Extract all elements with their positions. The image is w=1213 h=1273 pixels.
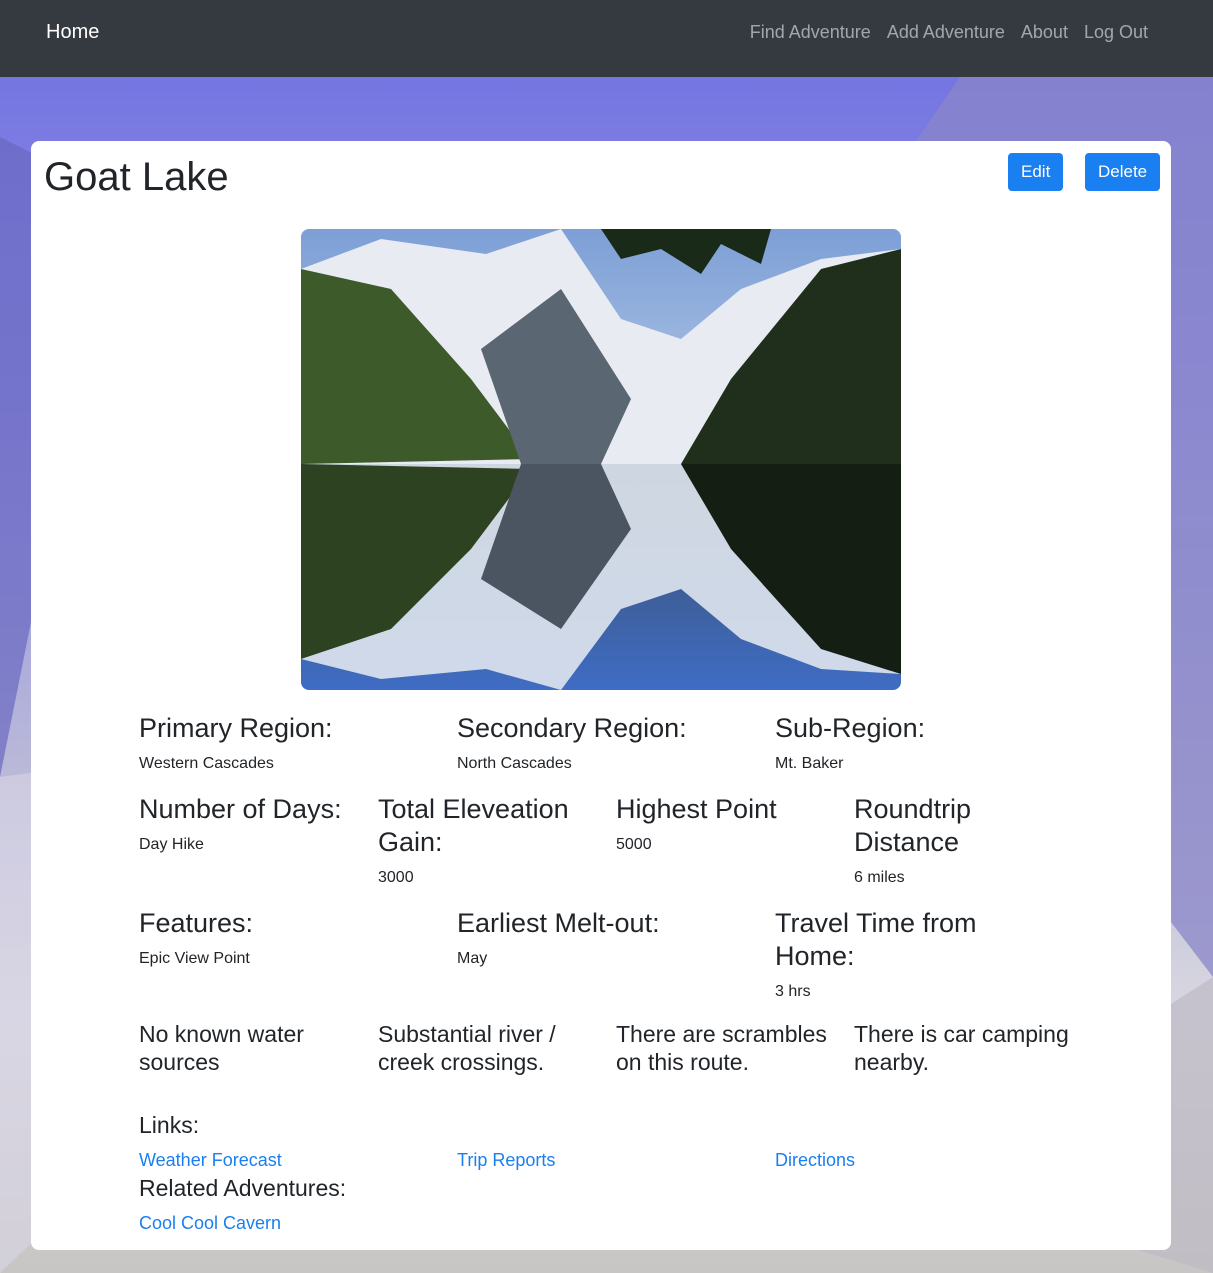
primary-region-label: Primary Region: [139,713,333,743]
elevation-gain-field: Total Eleveation Gain: 3000 [378,793,588,888]
related-adventure-link[interactable]: Cool Cool Cavern [139,1212,281,1234]
secondary-region-field: Secondary Region: North Cascades [457,712,757,774]
earliest-meltout-value: May [457,950,488,967]
features-value: Epic View Point [139,950,250,967]
nav-add-adventure-link[interactable]: Add Adventure [887,20,1005,44]
nav-home-link[interactable]: Home [46,20,99,44]
features-label: Features: [139,908,254,938]
nav-links: Find Adventure Add Adventure About Log O… [750,20,1148,44]
related-adventures-heading: Related Adventures: [139,1175,347,1201]
earliest-meltout-label: Earliest Melt-out: [457,908,660,938]
adventure-card: Goat Lake Edit Delete Primary Region: We… [31,141,1171,1250]
features-field: Features: Epic View Point [139,907,439,969]
adventure-title: Goat Lake [44,155,229,199]
top-navbar: Home Find Adventure Add Adventure About … [0,0,1213,77]
scrambles-note: There are scrambles on this route. [616,1021,827,1075]
travel-time-field: Travel Time from Home: 3 hrs [775,907,1005,1002]
number-of-days-value: Day Hike [139,836,204,853]
links-heading: Links: [139,1112,200,1138]
nav-about-link[interactable]: About [1021,20,1068,44]
sub-region-value: Mt. Baker [775,755,844,772]
number-of-days-label: Number of Days: [139,794,342,824]
secondary-region-value: North Cascades [457,755,572,772]
weather-forecast-link[interactable]: Weather Forecast [139,1149,282,1171]
primary-region-value: Western Cascades [139,755,274,772]
car-camping-note: There is car camping nearby. [854,1021,1069,1075]
trip-reports-link[interactable]: Trip Reports [457,1149,555,1171]
travel-time-label: Travel Time from Home: [775,908,977,971]
primary-region-field: Primary Region: Western Cascades [139,712,439,774]
elevation-gain-label: Total Eleveation Gain: [378,794,569,857]
secondary-region-label: Secondary Region: [457,713,687,743]
roundtrip-distance-field: Roundtrip Distance 6 miles [854,793,1014,888]
roundtrip-distance-label: Roundtrip Distance [854,794,972,857]
number-of-days-field: Number of Days: Day Hike [139,793,364,855]
adventure-photo [301,229,901,690]
water-sources-note: No known water sources [139,1021,304,1075]
directions-link[interactable]: Directions [775,1149,855,1171]
highest-point-field: Highest Point 5000 [616,793,841,855]
nav-logout-link[interactable]: Log Out [1084,20,1148,44]
nav-find-adventure-link[interactable]: Find Adventure [750,20,871,44]
highest-point-label: Highest Point [616,794,777,824]
roundtrip-distance-value: 6 miles [854,869,905,886]
sub-region-label: Sub-Region: [775,713,926,743]
elevation-gain-value: 3000 [378,869,414,886]
travel-time-value: 3 hrs [775,983,811,1000]
delete-button[interactable]: Delete [1085,153,1161,191]
highest-point-value: 5000 [616,836,652,853]
edit-button[interactable]: Edit [1008,153,1064,191]
earliest-meltout-field: Earliest Melt-out: May [457,907,757,969]
river-crossings-note: Substantial river / creek crossings. [378,1021,556,1075]
sub-region-field: Sub-Region: Mt. Baker [775,712,1075,774]
